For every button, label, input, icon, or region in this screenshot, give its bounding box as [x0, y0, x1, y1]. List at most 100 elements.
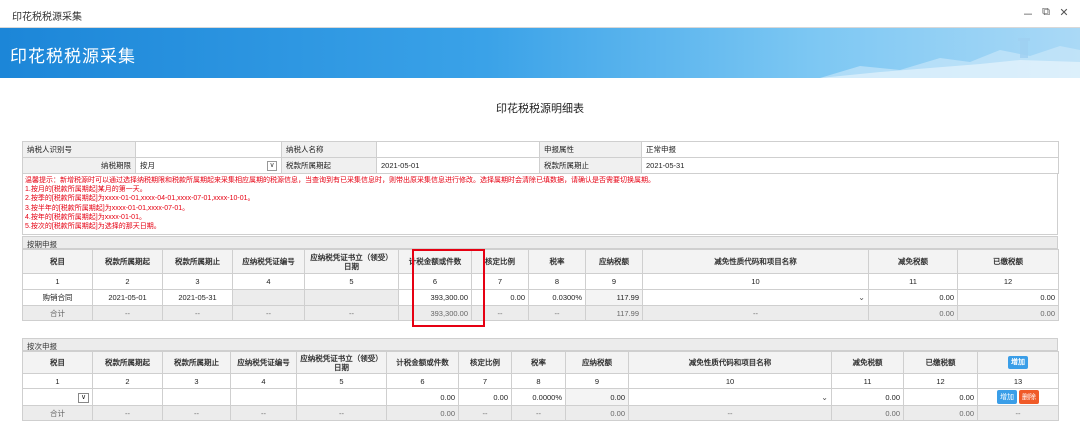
periodic-header-row: 税目 税款所属期起 税款所属期止 应纳税凭证编号 应纳税凭证书立（领受）日期 计…: [22, 249, 1059, 274]
col-index: 5: [296, 373, 387, 389]
relief-tax-cell[interactable]: 0.00: [831, 388, 904, 406]
voucher-date-cell: [304, 289, 399, 306]
chevron-down-icon[interactable]: ⌄: [821, 393, 828, 402]
periodic-total-row: 合计 -- -- -- -- 393,300.00 -- -- 117.99 -…: [22, 305, 1059, 321]
col-index: 5: [304, 273, 399, 290]
col-header: 减免性质代码和项目名称: [642, 249, 869, 274]
restore-icon[interactable]: ⧉: [1040, 6, 1052, 22]
voucher-date-cell[interactable]: [296, 388, 387, 406]
col-index: 8: [511, 373, 566, 389]
notice-line: 4.按年的[税款所属期起]为xxxx-01-01。: [25, 213, 146, 221]
total-tax: 0.00: [565, 405, 629, 421]
amount-cell[interactable]: 0.00: [386, 388, 459, 406]
total-dash: --: [296, 405, 387, 421]
row-actions: 增加 删除: [977, 388, 1059, 406]
col-index: 4: [230, 373, 297, 389]
chevron-down-icon[interactable]: ∨: [78, 392, 89, 403]
col-header: 已缴税额: [903, 351, 978, 374]
start-date-field[interactable]: 2021-05-01: [376, 157, 540, 174]
paid-tax-cell[interactable]: 0.00: [957, 289, 1059, 306]
total-dash: --: [528, 305, 586, 321]
paid-tax-cell[interactable]: 0.00: [903, 388, 978, 406]
header-banner: 印花税税源采集: [0, 28, 1080, 78]
tax-item-cell[interactable]: 购销合同: [22, 289, 93, 306]
periodic-section-label: 按期申报: [22, 236, 1058, 249]
total-dash: --: [642, 305, 869, 321]
periodic-index-row: 1 2 3 4 5 6 7 8 9 10 11 12: [22, 273, 1059, 290]
per-time-index-row: 1 2 3 4 5 6 7 8 9 10 11 12 13: [22, 373, 1059, 389]
ratio-cell[interactable]: 0.00: [458, 388, 512, 406]
rate-cell: 0.0300%: [528, 289, 586, 306]
col-index: 6: [386, 373, 459, 389]
col-index: 2: [92, 273, 163, 290]
voucher-no-cell: [232, 289, 305, 306]
chevron-down-icon[interactable]: ⌄: [858, 293, 865, 302]
col-header: 应纳税凭证书立（领受）日期: [304, 249, 399, 274]
minimize-icon[interactable]: －: [1022, 6, 1034, 22]
start-cell[interactable]: 2021-05-01: [92, 289, 163, 306]
col-index: 13: [977, 373, 1059, 389]
notice-line: 2.按季的[税款所属期起]为xxxx-01-01,xxxx-04-01,xxxx…: [25, 195, 255, 203]
col-header: 税率: [528, 249, 586, 274]
periodic-table: 税目 税款所属期起 税款所属期止 应纳税凭证编号 应纳税凭证书立（领受）日期 计…: [22, 249, 1059, 321]
col-header: 税目: [22, 351, 93, 374]
col-header: 核定比例: [458, 351, 512, 374]
total-dash: --: [162, 305, 233, 321]
tax-item-select[interactable]: ∨: [22, 388, 93, 406]
end-date-field: 2021-05-31: [641, 157, 1059, 174]
col-index: 12: [903, 373, 978, 389]
total-dash: --: [628, 405, 832, 421]
col-header: 应纳税额: [585, 249, 643, 274]
col-index: 11: [868, 273, 958, 290]
per-time-section-label: 按次申报: [22, 338, 1058, 351]
end-label: 税款所属期止: [539, 157, 642, 174]
total-paid-tax: 0.00: [957, 305, 1059, 321]
col-index: 11: [831, 373, 904, 389]
window-titlebar: 印花税税源采集 － ⧉ ✕: [0, 0, 1080, 28]
page-title: 印花税税源明细表: [496, 103, 584, 115]
highlight-box: [412, 249, 485, 327]
col-index: 12: [957, 273, 1059, 290]
notice-box: 温馨提示：新增税源时可以通过选择纳税期限和税款所属期起来采集相应属期的税源信息，…: [22, 173, 1058, 235]
close-icon[interactable]: ✕: [1058, 6, 1070, 22]
relief-code-select[interactable]: ⌄: [642, 289, 869, 306]
end-cell[interactable]: [162, 388, 231, 406]
col-header: 计税金额或件数: [386, 351, 459, 374]
chevron-down-icon[interactable]: ∨: [267, 160, 277, 171]
notice-line: 3.按半年的[税款所属期起]为xxxx-01-01,xxxx-07-01。: [25, 204, 190, 212]
col-index: 10: [628, 373, 832, 389]
total-label: 合计: [22, 405, 93, 421]
declare-attr-value: 正常申报: [641, 141, 1059, 158]
delete-button[interactable]: 删除: [1019, 390, 1040, 404]
col-header: 应纳税额: [565, 351, 629, 374]
total-dash: --: [92, 305, 163, 321]
period-select[interactable]: 按月 ∨: [135, 157, 282, 174]
col-index: 2: [92, 373, 163, 389]
total-dash: --: [232, 305, 305, 321]
period-select-value: 按月: [140, 161, 155, 170]
banner-title: 印花税税源采集: [10, 47, 136, 66]
notice-line: 温馨提示：新增税源时可以通过选择纳税期限和税款所属期起来采集相应属期的税源信息，…: [25, 177, 655, 184]
relief-tax-cell[interactable]: 0.00: [868, 289, 958, 306]
total-paid-tax: 0.00: [903, 405, 978, 421]
col-header: 减免税额: [868, 249, 958, 274]
taxpayer-id-value: [135, 141, 282, 158]
col-index: 7: [458, 373, 512, 389]
taxpayer-info-table: 纳税人识别号 纳税人名称 申报属性 正常申报 纳税期限 按月 ∨ 税款所属期起 2…: [22, 141, 1059, 174]
period-label: 纳税期限: [22, 157, 136, 174]
total-label: 合计: [22, 305, 93, 321]
add-button[interactable]: 增加: [996, 390, 1017, 404]
notice-line: 5.按次的[税款所属期起]为选择的那天日期。: [25, 223, 161, 231]
col-header: 应纳税凭证书立（领受）日期: [296, 351, 387, 374]
table-row: 购销合同 2021-05-01 2021-05-31 393,300.00 0.…: [22, 289, 1059, 306]
col-header: 应纳税凭证编号: [232, 249, 305, 274]
col-header-actions: 增加: [977, 351, 1059, 374]
start-cell[interactable]: [92, 388, 163, 406]
relief-code-select[interactable]: ⌄: [628, 388, 832, 406]
col-header: 已缴税额: [957, 249, 1059, 274]
col-index: 4: [232, 273, 305, 290]
add-row-button[interactable]: 增加: [1008, 356, 1028, 369]
voucher-no-cell[interactable]: [230, 388, 297, 406]
tax-cell: 0.00: [565, 388, 629, 406]
end-cell[interactable]: 2021-05-31: [162, 289, 233, 306]
